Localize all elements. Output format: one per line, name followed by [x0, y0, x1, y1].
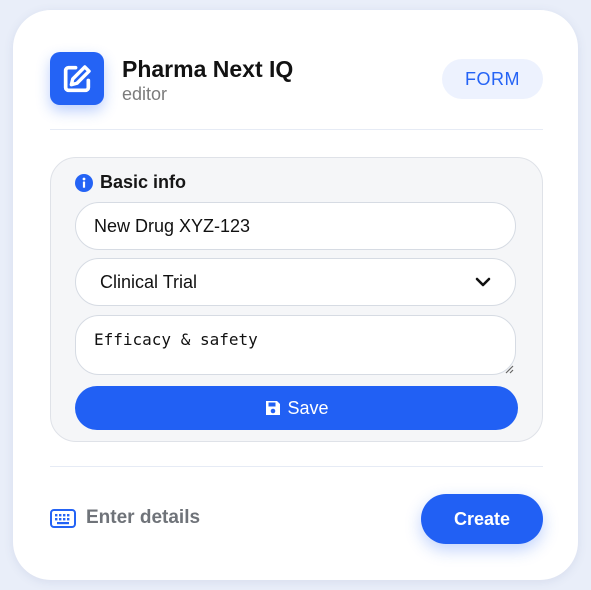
- save-button[interactable]: Save: [75, 386, 518, 430]
- footer-hint-text: Enter details: [86, 507, 201, 528]
- chevron-down-icon: [475, 277, 491, 287]
- info-circle-icon: [75, 173, 93, 192]
- basic-info-title: Basic info: [100, 172, 187, 192]
- header-divider: [50, 129, 543, 130]
- create-button[interactable]: Create: [421, 494, 543, 544]
- drug-name-input[interactable]: [75, 202, 516, 250]
- keyboard-icon: [50, 508, 76, 528]
- edit-square-icon: [50, 52, 104, 105]
- study-type-selected: Clinical Trial: [100, 271, 198, 292]
- floppy-disk-icon: [266, 401, 281, 415]
- app-title: Pharma Next IQ: [122, 56, 294, 82]
- basic-info-header: Basic info: [75, 172, 186, 193]
- app-subtitle: editor: [122, 84, 168, 104]
- study-type-select[interactable]: Clinical Trial: [75, 258, 516, 306]
- form-badge: FORM: [442, 59, 543, 99]
- basic-info-panel: Basic info Clinical Trial Efficacy & saf…: [50, 157, 543, 442]
- footer-divider: [50, 466, 543, 467]
- editor-card: Pharma Next IQ editor FORM Basic info Cl…: [13, 10, 578, 580]
- save-button-label: Save: [287, 397, 329, 418]
- resize-handle-icon[interactable]: [504, 364, 514, 374]
- notes-textarea[interactable]: Efficacy & safety: [75, 315, 516, 375]
- footer-hint: Enter details: [50, 507, 200, 529]
